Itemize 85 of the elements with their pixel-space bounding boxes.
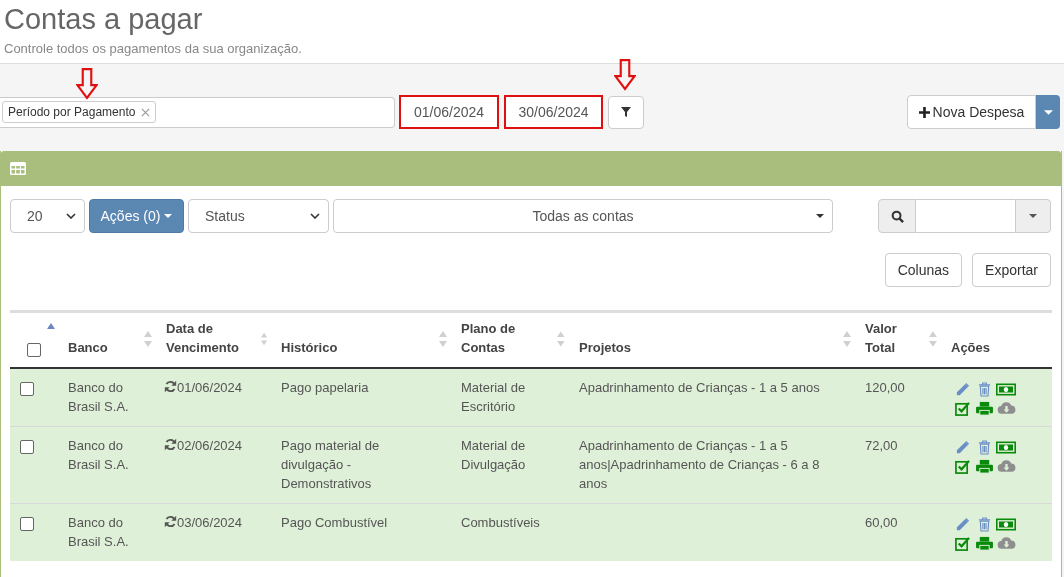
column-header[interactable]: Projetos (579, 337, 631, 357)
pencil-icon[interactable] (954, 516, 970, 532)
filter-icon (621, 107, 631, 117)
accounts-select[interactable]: Todas as contas (333, 199, 833, 233)
table-row[interactable]: Banco do Brasil S.A. 02/06/2024 Pago material de divulgação - Demonstrativos Material de Divulgação Apadrinhamento de Crianças - 1 a 5 anos|Apadrinhamento de Crianças - 6 a 8 anos 72,00 (10, 426, 1052, 503)
table-cell: Material de Divulgação (461, 437, 526, 472)
column-header[interactable]: Valor Total (865, 318, 930, 357)
caret-icon (164, 214, 173, 218)
pencil-icon[interactable] (954, 381, 970, 397)
column-header[interactable]: Banco (68, 337, 108, 357)
table-cell: Combustíveis (461, 514, 540, 530)
trash-icon[interactable] (977, 381, 991, 397)
sort-icon[interactable] (439, 330, 447, 347)
search-field[interactable] (916, 199, 1015, 233)
sort-icon[interactable] (144, 330, 152, 347)
table-cell: 120,00 (865, 379, 905, 395)
filter-button[interactable] (608, 95, 644, 129)
table-cell-text: 02/06/2024 (177, 436, 243, 455)
caret-icon (1029, 214, 1037, 218)
search-button[interactable] (878, 199, 916, 233)
column-header[interactable]: Data de Vencimento (166, 318, 261, 357)
table-cell: Banco do Brasil S.A. (68, 437, 129, 472)
checkbox-icon[interactable] (954, 535, 970, 551)
banknote-icon[interactable] (996, 440, 1016, 454)
page-size-select[interactable]: 20 (10, 199, 85, 233)
page-subtitle: Controle todos os pagamentos da sua organização. (4, 41, 303, 56)
pencil-icon[interactable] (954, 439, 970, 455)
start-date-field[interactable]: 01/06/2024 (399, 95, 499, 129)
table-cell: 60,00 (865, 514, 898, 530)
table-cell: Banco do Brasil S.A. (68, 514, 129, 549)
end-date-field[interactable]: 30/06/2024 (504, 95, 603, 129)
page-title: Contas a pagar (4, 2, 204, 36)
down-arrow-icon (614, 59, 636, 91)
caret-icon (816, 214, 824, 218)
sort-icon[interactable] (557, 330, 565, 347)
printer-icon[interactable] (975, 458, 993, 474)
cloud-download-icon[interactable] (996, 536, 1016, 550)
status-select[interactable]: Status (188, 199, 329, 233)
printer-icon[interactable] (975, 535, 993, 551)
close-icon[interactable] (141, 107, 151, 117)
table-cell: Pago Combustível (281, 514, 388, 530)
table-cell: Apadrinhamento de Crianças - 1 a 5 anos (579, 379, 820, 395)
checkbox-icon[interactable] (954, 458, 970, 474)
banknote-icon[interactable] (996, 382, 1016, 396)
table-cell: Banco do Brasil S.A. (68, 379, 129, 414)
caret-icon (1043, 109, 1053, 115)
chevron-down-icon (66, 213, 76, 219)
down-arrow-icon (76, 68, 98, 100)
table-icon (10, 162, 26, 175)
checkbox-icon[interactable] (954, 400, 970, 416)
trash-icon[interactable] (977, 439, 991, 455)
table-row[interactable]: Banco do Brasil S.A. 03/06/2024 Pago Combustível Combustíveis 60,00 (10, 503, 1052, 561)
cloud-download-icon[interactable] (996, 459, 1016, 473)
cloud-download-icon[interactable] (996, 401, 1016, 415)
filter-tag-field[interactable]: Período por Pagamento (0, 96, 395, 128)
row-checkbox[interactable] (20, 516, 34, 531)
banknote-icon[interactable] (996, 517, 1016, 531)
row-checkbox[interactable] (20, 439, 34, 454)
column-header[interactable]: Plano de Contas (461, 318, 558, 357)
columns-button[interactable]: Colunas (884, 253, 963, 287)
table-cell: Pago papelaria (281, 379, 369, 395)
column-header[interactable]: Ações (951, 337, 991, 357)
chevron-down-icon (310, 213, 320, 219)
dropdown-button[interactable] (1036, 95, 1060, 129)
printer-icon[interactable] (975, 400, 993, 416)
table-cell-text: 03/06/2024 (177, 513, 243, 532)
column-header[interactable]: Histórico (281, 337, 338, 357)
search-icon (890, 209, 904, 223)
table-row[interactable]: Banco do Brasil S.A. 01/06/2024 Pago papelaria Material de Escritório Apadrinhamento de Crianças - 1 a 5 anos 120,00 (10, 367, 1052, 426)
export-button[interactable]: Exportar (972, 253, 1051, 287)
table-cell: Apadrinhamento de Crianças - 1 a 5 anos|Apadrinhamento de Crianças - 6 a 8 anos (579, 437, 820, 491)
plus-icon (918, 106, 930, 118)
new-expense-button[interactable]: Nova Despesa (907, 95, 1036, 129)
filter-tag[interactable]: Período por Pagamento (2, 101, 157, 123)
table-cell: Material de Escritório (461, 379, 526, 414)
row-checkbox[interactable] (20, 381, 34, 396)
sort-icon[interactable] (929, 330, 937, 347)
select-all-checkbox[interactable] (27, 342, 41, 357)
table-cell: Pago material de divulgação - Demonstrativos (281, 437, 380, 491)
sort-ascending-icon[interactable] (47, 322, 55, 329)
sort-icon[interactable] (843, 330, 851, 347)
table-cell-text: 01/06/2024 (177, 378, 243, 397)
actions-button[interactable]: Ações (0) (89, 199, 184, 233)
table-cell: 72,00 (865, 437, 898, 453)
trash-icon[interactable] (977, 516, 991, 532)
